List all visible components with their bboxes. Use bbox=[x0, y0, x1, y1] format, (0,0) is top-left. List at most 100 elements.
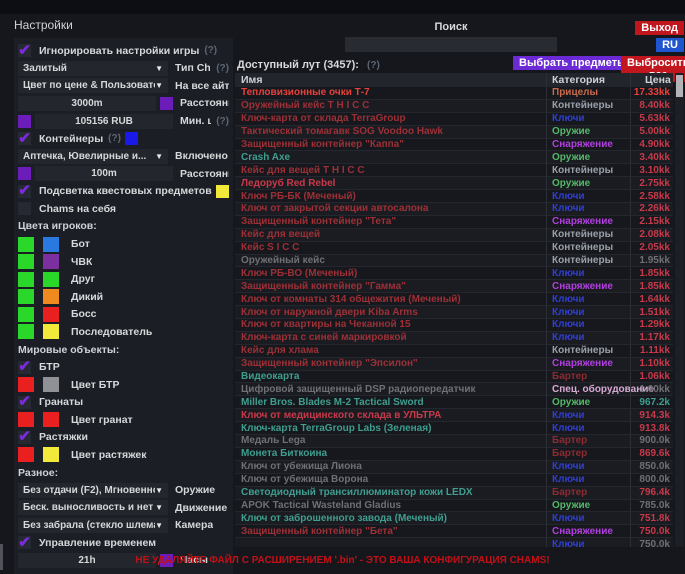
dropdown[interactable]: Залитый▼ bbox=[18, 61, 168, 76]
loot-table-row[interactable]: Тактический томагавк SOG Voodoo HawkОруж… bbox=[235, 126, 673, 139]
loot-table-row[interactable]: Оружейный кейсКонтейнеры1.95kk bbox=[235, 255, 673, 268]
color-swatch[interactable] bbox=[43, 254, 59, 269]
loot-item-price: 2.05kk bbox=[630, 242, 673, 254]
loot-table-row[interactable]: Кейс для вещейКонтейнеры2.08kk bbox=[235, 229, 673, 242]
color-swatch[interactable] bbox=[18, 412, 34, 427]
loot-table-row[interactable]: ВидеокартаБартер1.06kk bbox=[235, 371, 673, 384]
color-swatch[interactable] bbox=[18, 237, 34, 252]
loot-table-row[interactable]: Оружейный кейс Т Н I С СКонтейнеры8.40kk bbox=[235, 100, 673, 113]
loot-item-category: Ключи bbox=[546, 512, 630, 524]
loot-table-row[interactable]: Ключ от убежища ЛионаКлючи850.0k bbox=[235, 461, 673, 474]
dropdown[interactable]: Цвет по цене & Пользователь▼ bbox=[18, 78, 168, 93]
language-button[interactable]: RU bbox=[656, 38, 684, 52]
color-swatch[interactable] bbox=[43, 377, 59, 392]
loot-item-category: Контейнеры bbox=[546, 229, 630, 241]
loot-table-row[interactable]: Цифровой защищенный DSP радиопередатчикС… bbox=[235, 383, 673, 396]
color-swatch[interactable] bbox=[43, 324, 59, 339]
color-pair-label: Бот bbox=[71, 238, 90, 250]
color-swatch[interactable] bbox=[43, 307, 59, 322]
color-swatch[interactable] bbox=[43, 289, 59, 304]
loot-table-row[interactable]: Ключ от закрытой секции автосалонаКлючи2… bbox=[235, 203, 673, 216]
loot-table-row[interactable]: Ключ от убежища ВоронаКлючи800.0k bbox=[235, 474, 673, 487]
checkbox[interactable] bbox=[18, 202, 31, 215]
loot-item-category: Снаряжение bbox=[546, 280, 630, 292]
column-header-category[interactable]: Категория bbox=[546, 73, 630, 87]
loot-table-row[interactable]: Защищенный контейнер "Каппа"Снаряжение4.… bbox=[235, 139, 673, 152]
color-swatch[interactable] bbox=[18, 272, 34, 287]
loot-table-row[interactable]: Ключ от наружной двери Kiba ArmsКлючи1.5… bbox=[235, 306, 673, 319]
value-input[interactable]: 105156 RUB bbox=[35, 114, 173, 129]
loot-table-row[interactable]: Кейс для хламаКонтейнеры1.11kk bbox=[235, 345, 673, 358]
loot-table-row[interactable]: Защищенный контейнер "Бета"Снаряжение750… bbox=[235, 525, 673, 538]
color-swatch[interactable] bbox=[43, 237, 59, 252]
color-swatch[interactable] bbox=[43, 412, 59, 427]
column-header-price[interactable]: Цена bbox=[630, 73, 674, 87]
column-header-name[interactable]: Имя bbox=[235, 74, 546, 86]
loot-item-category: Снаряжение bbox=[546, 358, 630, 370]
color-swatch[interactable] bbox=[18, 377, 34, 392]
value-input[interactable]: 100m bbox=[35, 166, 173, 181]
loot-table-row[interactable]: Ключ от медицинского склада в УЛЬТРАКлюч… bbox=[235, 409, 673, 422]
color-swatch[interactable] bbox=[18, 324, 34, 339]
loot-table-row[interactable]: Ключи750.0k bbox=[235, 538, 673, 547]
color-swatch[interactable] bbox=[18, 115, 31, 128]
loot-table-row[interactable]: APOK Tactical Wasteland GladiusОружие785… bbox=[235, 500, 673, 513]
dropdown[interactable]: Без отдачи (F2), Мгновенное п▼ bbox=[18, 483, 168, 498]
loot-table-row[interactable]: Ледоруб Red RebelОружие2.75kk bbox=[235, 177, 673, 190]
dropdown[interactable]: Беск. выносливость и нет уста▼ bbox=[18, 500, 168, 515]
color-swatch[interactable] bbox=[125, 132, 138, 145]
loot-table-row[interactable]: Ключ РБ-ВО (Меченый)Ключи1.85kk bbox=[235, 267, 673, 280]
loot-table-row[interactable]: Защищенный контейнер "Гамма"Снаряжение1.… bbox=[235, 280, 673, 293]
loot-table-row[interactable]: Ключ РБ-БК (Меченый)Ключи2.58kk bbox=[235, 190, 673, 203]
loot-table-row[interactable]: Ключ-карта с синей маркировкойКлючи1.17k… bbox=[235, 332, 673, 345]
loot-table-row[interactable]: Ключ от квартиры на Чеканной 15Ключи1.29… bbox=[235, 319, 673, 332]
checkbox[interactable]: ✔ bbox=[18, 185, 31, 198]
color-swatch[interactable] bbox=[18, 289, 34, 304]
loot-table-row[interactable]: Ключ от заброшенного завода (Меченый)Клю… bbox=[235, 512, 673, 525]
dropdown[interactable]: Аптечка, Ювелирные и...▼ bbox=[18, 149, 168, 164]
checkbox-label: Гранаты bbox=[39, 396, 83, 408]
loot-table-row[interactable]: Crash AxeОружие3.40kk bbox=[235, 151, 673, 164]
search-input[interactable] bbox=[345, 37, 557, 52]
loot-table-row[interactable]: Светодиодный трансиллюминатор кожи LEDXБ… bbox=[235, 487, 673, 500]
checkbox[interactable]: ✔ bbox=[18, 44, 31, 57]
exit-button[interactable]: Выход bbox=[635, 21, 684, 35]
checkbox[interactable]: ✔ bbox=[18, 536, 31, 549]
loot-table-row[interactable]: Miller Bros. Blades M-2 Tactical SwordОр… bbox=[235, 396, 673, 409]
window-titlebar bbox=[0, 0, 685, 14]
loot-table-row[interactable]: Ключ-карта TerraGroup Labs (Зеленая)Ключ… bbox=[235, 422, 673, 435]
color-swatch[interactable] bbox=[18, 447, 34, 462]
dropdown-value: Беск. выносливость и нет уста bbox=[23, 502, 155, 513]
color-pair-label: ЧВК bbox=[71, 256, 92, 268]
loot-scrollbar-thumb[interactable] bbox=[676, 75, 683, 97]
loot-table-row[interactable]: Кейс для вещей Т Н I С СКонтейнеры3.10kk bbox=[235, 164, 673, 177]
dropdown[interactable]: Без забрала (стекло шлема)▼ bbox=[18, 518, 168, 533]
loot-table-row[interactable]: Ключ от комнаты 314 общежития (Меченый)К… bbox=[235, 293, 673, 306]
color-swatch[interactable] bbox=[43, 272, 59, 287]
checkbox[interactable]: ✔ bbox=[18, 361, 31, 374]
color-swatch[interactable] bbox=[18, 254, 34, 269]
color-swatch[interactable] bbox=[18, 307, 34, 322]
color-swatch[interactable] bbox=[43, 447, 59, 462]
loot-item-name: Кейс для хлама bbox=[235, 345, 546, 356]
loot-item-name: Защищенный контейнер "Тета" bbox=[235, 216, 546, 227]
loot-title-text: Доступный лут (3457): bbox=[237, 59, 359, 71]
search-label: Поиск bbox=[345, 21, 557, 33]
color-swatch[interactable] bbox=[216, 185, 229, 198]
loot-table-row[interactable]: Медаль LegaБартер900.0k bbox=[235, 435, 673, 448]
loot-table-row[interactable]: Кейс S I C CКонтейнеры2.05kk bbox=[235, 242, 673, 255]
loot-table-row[interactable]: Защищенный контейнер "Тета"Снаряжение2.1… bbox=[235, 216, 673, 229]
checkbox[interactable]: ✔ bbox=[18, 132, 31, 145]
checkbox[interactable]: ✔ bbox=[18, 431, 31, 444]
loot-table-row[interactable]: Ключ-карта от склада TerraGroupКлючи5.63… bbox=[235, 113, 673, 126]
loot-scrollbar[interactable] bbox=[675, 73, 684, 547]
loot-table: Имя Категория Цена Тепловизионные очки Т… bbox=[235, 73, 673, 547]
value-input[interactable]: 3000m bbox=[18, 96, 156, 111]
checkbox[interactable]: ✔ bbox=[18, 396, 31, 409]
loot-table-row[interactable]: Защищенный контейнер "Эпсилон"Снаряжение… bbox=[235, 358, 673, 371]
loot-table-row[interactable]: Тепловизионные очки Т-7Прицелы17.33kk bbox=[235, 87, 673, 100]
color-swatch[interactable] bbox=[18, 167, 31, 180]
loot-item-name: Тактический томагавк SOG Voodoo Hawk bbox=[235, 126, 546, 137]
loot-table-row[interactable]: Монета БиткоинаБартер869.6k bbox=[235, 448, 673, 461]
color-swatch[interactable] bbox=[160, 97, 173, 110]
